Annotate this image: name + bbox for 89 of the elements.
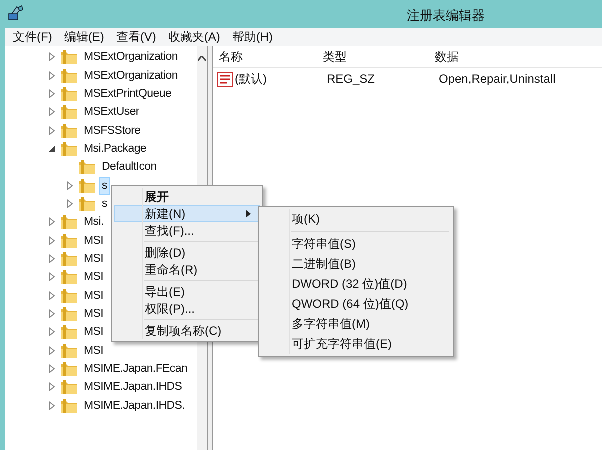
collapsed-arrow-icon[interactable]	[47, 272, 57, 282]
folder-icon	[60, 122, 78, 139]
collapsed-arrow-icon[interactable]	[65, 180, 75, 191]
collapsed-arrow-icon[interactable]	[47, 107, 57, 118]
menu-item[interactable]: QWORD (64 位)值(Q)	[261, 294, 451, 314]
tree-item[interactable]: MSExtOrganization	[81, 48, 181, 66]
folder-icon	[60, 288, 78, 304]
menu-item[interactable]: 重命名(R)	[114, 261, 260, 278]
menu-item[interactable]: 查找(F)...	[114, 222, 260, 239]
tree-item[interactable]: MSExtPrintQueue	[81, 84, 175, 103]
expanded-arrow-icon[interactable]	[47, 144, 57, 154]
menu-item[interactable]: 权限(P)...	[114, 300, 260, 317]
collapsed-arrow-icon[interactable]	[47, 364, 57, 374]
tree-item[interactable]: MSIME.Japan.IHDS	[81, 378, 186, 396]
menu-item[interactable]: 文件(F)	[9, 27, 56, 47]
collapsed-arrow-icon[interactable]	[47, 236, 57, 246]
folder-icon	[60, 379, 78, 396]
tree-item[interactable]: s	[99, 194, 110, 213]
folder-icon	[60, 324, 78, 340]
folder-icon	[60, 140, 78, 157]
tree-item[interactable]: MSI	[81, 342, 107, 360]
menu-item[interactable]: 新建(N)	[114, 205, 260, 222]
table-cell-text: Open,Repair,Uninstall	[439, 71, 557, 88]
tree-item[interactable]: s	[99, 176, 110, 195]
column-header[interactable]: 名称	[213, 48, 323, 66]
collapsed-arrow-icon[interactable]	[47, 70, 57, 81]
tree-item[interactable]: MSI	[81, 232, 107, 250]
tree-item[interactable]: MSI	[81, 304, 107, 323]
menu-item[interactable]: DWORD (32 位)值(D)	[261, 274, 451, 294]
collapsed-arrow-icon[interactable]	[47, 126, 57, 136]
menu-item[interactable]: 导出(E)	[114, 283, 260, 300]
menu-item[interactable]: 二进制值(B)	[261, 254, 451, 274]
menu-item[interactable]: 帮助(H)	[228, 27, 277, 47]
menu-item[interactable]: 字符串值(S)	[261, 234, 451, 254]
table-cell-text: (默认)	[235, 71, 268, 88]
tree-item[interactable]: MSI	[81, 286, 107, 305]
collapsed-arrow-icon[interactable]	[47, 308, 57, 319]
folder-icon	[60, 232, 78, 249]
menu-item[interactable]: 可扩充字符串值(E)	[261, 334, 451, 354]
folder-icon	[60, 361, 78, 378]
folder-icon	[60, 269, 78, 286]
folder-icon	[60, 250, 78, 267]
collapsed-arrow-icon[interactable]	[47, 327, 57, 338]
folder-icon	[60, 68, 78, 84]
folder-icon	[60, 342, 78, 359]
menu-item[interactable]: 收藏夹(A)	[164, 27, 224, 47]
menu-item[interactable]: 删除(D)	[114, 244, 260, 261]
collapsed-arrow-icon[interactable]	[47, 382, 57, 392]
tree-item[interactable]: MSIME.Japan.FEcan	[81, 360, 191, 378]
column-header[interactable]: 数据	[435, 48, 585, 66]
menu-item[interactable]: 编辑(E)	[60, 27, 108, 47]
collapsed-arrow-icon[interactable]	[65, 198, 75, 209]
tree-item[interactable]: Msi.	[81, 213, 107, 232]
tree-item[interactable]: Msi.Package	[81, 140, 150, 158]
table-cell-text: REG_SZ	[327, 71, 376, 88]
folder-icon	[60, 306, 78, 322]
collapsed-arrow-icon[interactable]	[47, 346, 57, 356]
folder-icon	[60, 214, 78, 230]
collapsed-arrow-icon[interactable]	[47, 254, 57, 264]
folder-icon	[78, 178, 96, 194]
collapsed-arrow-icon[interactable]	[47, 52, 57, 62]
tree-item[interactable]: MSExtOrganization	[81, 66, 181, 85]
collapsed-arrow-icon[interactable]	[47, 400, 57, 411]
tree-item[interactable]: DefaultIcon	[99, 158, 160, 176]
tree-item[interactable]: MSI	[81, 250, 107, 268]
column-header[interactable]: 类型	[323, 48, 435, 66]
collapsed-arrow-icon[interactable]	[47, 290, 57, 301]
registry-editor-icon	[8, 5, 24, 21]
menu-item[interactable]: 项(K)	[261, 209, 451, 229]
collapsed-arrow-icon[interactable]	[47, 88, 57, 99]
folder-icon	[60, 398, 78, 414]
menu-item[interactable]: 复制项名称(C)	[114, 322, 260, 339]
folder-icon	[60, 104, 78, 120]
tree-item[interactable]: MSIME.Japan.IHDS.	[81, 396, 188, 415]
tree-item[interactable]: MSI	[81, 268, 107, 286]
menu-item[interactable]: 查看(V)	[112, 27, 160, 47]
tree-item[interactable]: MSI	[81, 323, 107, 342]
collapsed-arrow-icon[interactable]	[47, 217, 57, 228]
tree-item[interactable]: MSExtUser	[81, 103, 142, 122]
folder-icon	[78, 196, 96, 212]
folder-icon	[60, 86, 78, 102]
menu-item[interactable]: 展开	[114, 188, 260, 205]
scroll-up-icon[interactable]	[198, 56, 206, 61]
folder-icon	[78, 159, 96, 176]
menu-item[interactable]: 多字符串值(M)	[261, 314, 451, 334]
window-title: 注册表编辑器	[407, 8, 485, 23]
tree-item[interactable]: MSFSStore	[81, 122, 144, 140]
folder-icon	[60, 49, 78, 66]
string-value-icon	[217, 72, 233, 86]
